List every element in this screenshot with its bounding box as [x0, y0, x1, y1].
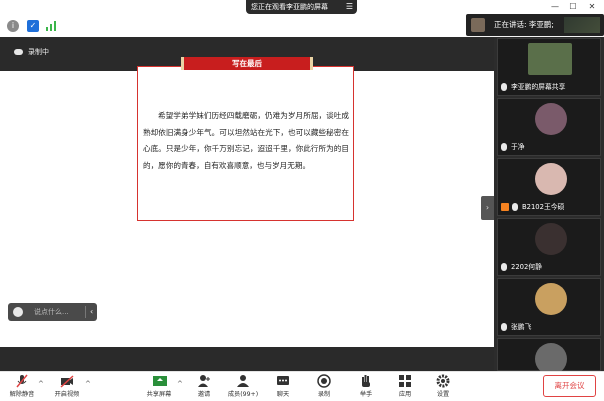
- chat-bubble-icon: [13, 307, 23, 317]
- raise-hand-button[interactable]: 举手: [346, 374, 386, 398]
- slide-banner-title: 写在最后: [181, 57, 313, 70]
- participant-tile[interactable]: 李亚鹏的屏幕共享: [497, 38, 601, 96]
- apps-icon: [398, 374, 412, 388]
- invite-icon: [197, 374, 211, 388]
- close-button[interactable]: ✕: [585, 1, 599, 13]
- mic-icon: [512, 203, 518, 211]
- participant-avatar: [535, 163, 567, 195]
- share-screen-icon: [152, 374, 167, 388]
- share-options-caret[interactable]: ^: [177, 380, 183, 388]
- raise-hand-icon: [359, 374, 373, 388]
- recording-text: 录制中: [28, 48, 49, 56]
- settings-button[interactable]: 设置: [423, 374, 463, 398]
- audio-options-caret[interactable]: ^: [38, 380, 44, 388]
- mic-icon: [501, 323, 507, 331]
- chat-placeholder: 说点什么...: [34, 308, 69, 316]
- participant-tile[interactable]: 2202何静: [497, 218, 601, 276]
- active-speaker-badge: 正在讲话: 李亚鹏;: [466, 14, 604, 36]
- participant-tile[interactable]: 于净: [497, 98, 601, 156]
- apps-label: 应用: [398, 391, 412, 398]
- participant-avatar: [535, 223, 567, 255]
- record-button[interactable]: 录制: [304, 374, 344, 398]
- mic-icon: [501, 263, 507, 271]
- members-button[interactable]: 成员(99+): [223, 374, 263, 398]
- recording-indicator: 录制中: [14, 47, 49, 57]
- meeting-controls: 解除静音 ^ 开启视频 ^ 共享屏幕 ^ 邀请 成员(99+) 聊天 录制 举手…: [0, 371, 604, 401]
- slide-body-text: 希望学弟学妹们历经四载磨砺，仍难为岁月所屈，谈吐成熟却依旧满身少年气。可以坦然站…: [143, 111, 349, 170]
- start-video-label: 开启视频: [54, 391, 80, 398]
- minimize-button[interactable]: —: [548, 1, 562, 13]
- speaker-thumbnail: [564, 17, 600, 33]
- divider: [85, 306, 86, 318]
- participant-name: B2102王今硕: [501, 202, 564, 212]
- unmute-label: 解除静音: [9, 391, 35, 398]
- meeting-info-row: i ✓: [0, 15, 470, 37]
- participant-tile[interactable]: [497, 338, 601, 375]
- video-off-icon: [60, 374, 74, 388]
- participant-name: 于净: [501, 142, 525, 152]
- maximize-button[interactable]: ☐: [566, 1, 580, 13]
- participant-name: 李亚鹏的屏幕共享: [501, 82, 565, 92]
- participant-avatar: [535, 103, 567, 135]
- record-label: 录制: [317, 391, 331, 398]
- unmute-button[interactable]: 解除静音: [2, 374, 42, 398]
- active-speaker-text: 正在讲话: 李亚鹏;: [494, 20, 554, 29]
- title-bar: 您正在观看李亚鹏的屏幕 ☰ — ☐ ✕: [0, 0, 604, 15]
- collapse-rail-button[interactable]: ›: [481, 196, 494, 220]
- settings-icon: [436, 374, 450, 388]
- quick-chat-input[interactable]: 说点什么... ‹: [8, 303, 97, 321]
- start-video-button[interactable]: 开启视频: [47, 374, 87, 398]
- chat-button[interactable]: 聊天: [263, 374, 303, 398]
- participant-name: 张鹏飞: [501, 322, 531, 332]
- participant-rail: 李亚鹏的屏幕共享 于净 B2102王今硕 2202何静 张鹏飞: [494, 37, 604, 375]
- menu-icon[interactable]: ☰: [346, 0, 353, 14]
- invite-button[interactable]: 邀请: [184, 374, 224, 398]
- signal-strength-icon[interactable]: [45, 20, 57, 32]
- raise-hand-label: 举手: [359, 391, 373, 398]
- settings-label: 设置: [436, 391, 450, 398]
- participant-video: [528, 43, 572, 75]
- mic-icon: [501, 83, 507, 91]
- speaker-avatar: [471, 18, 485, 32]
- chat-label: 聊天: [276, 391, 290, 398]
- chevron-left-icon[interactable]: ‹: [90, 303, 93, 321]
- invite-label: 邀请: [197, 391, 211, 398]
- mic-muted-icon: [15, 374, 29, 388]
- share-footer: [0, 347, 494, 371]
- leave-meeting-button[interactable]: 离开会议: [543, 375, 596, 397]
- members-label: 成员(99+): [227, 391, 259, 398]
- participant-avatar: [535, 283, 567, 315]
- share-screen-label: 共享屏幕: [146, 391, 172, 398]
- host-badge-icon: [501, 203, 509, 211]
- meeting-window: 您正在观看李亚鹏的屏幕 ☰ — ☐ ✕ i ✓ 正在讲话: 李亚鹏; 录制中 写…: [0, 0, 604, 401]
- video-options-caret[interactable]: ^: [85, 380, 91, 388]
- info-icon[interactable]: i: [7, 20, 19, 32]
- participant-name: 2202何静: [501, 262, 542, 272]
- participant-tile[interactable]: 张鹏飞: [497, 278, 601, 336]
- cloud-record-icon: [14, 49, 23, 55]
- record-icon: [317, 374, 331, 388]
- chat-icon: [276, 374, 290, 388]
- members-icon: [236, 374, 250, 388]
- mic-icon: [501, 143, 507, 151]
- security-shield-icon[interactable]: ✓: [27, 20, 39, 32]
- viewing-indicator[interactable]: 您正在观看李亚鹏的屏幕 ☰: [246, 0, 357, 14]
- participant-tile[interactable]: B2102王今硕: [497, 158, 601, 216]
- viewing-text: 您正在观看李亚鹏的屏幕: [251, 3, 328, 11]
- share-screen-button[interactable]: 共享屏幕: [139, 374, 179, 398]
- apps-button[interactable]: 应用: [385, 374, 425, 398]
